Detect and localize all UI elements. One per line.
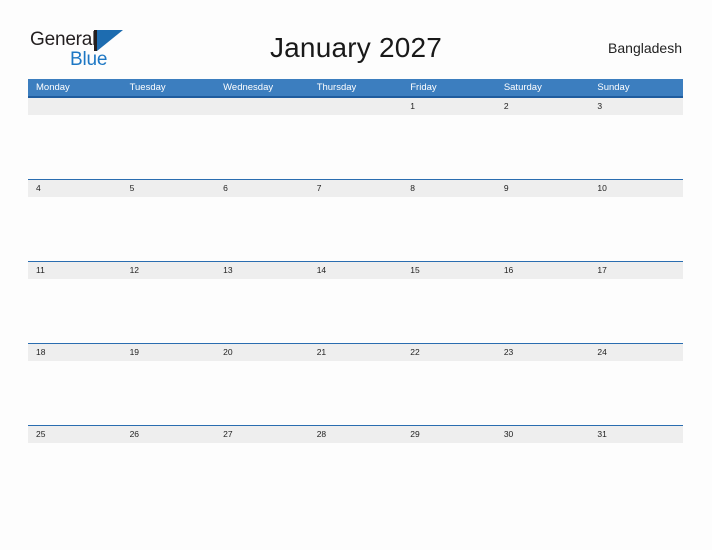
week-row: 4 5 6 7 8 9 10 bbox=[28, 180, 683, 262]
day-cell[interactable]: 2 bbox=[496, 98, 590, 115]
day-cell[interactable]: 14 bbox=[309, 262, 403, 279]
day-cell[interactable]: 12 bbox=[122, 262, 216, 279]
day-cell[interactable]: 24 bbox=[589, 344, 683, 361]
weekday-header-row: Monday Tuesday Wednesday Thursday Friday… bbox=[28, 79, 683, 98]
day-cell[interactable] bbox=[28, 98, 122, 115]
day-cell[interactable]: 28 bbox=[309, 426, 403, 443]
day-cell[interactable]: 18 bbox=[28, 344, 122, 361]
weekday-header-sunday: Sunday bbox=[597, 82, 630, 93]
day-cell[interactable]: 6 bbox=[215, 180, 309, 197]
day-cell[interactable]: 26 bbox=[122, 426, 216, 443]
day-cell[interactable]: 13 bbox=[215, 262, 309, 279]
week-notes-area[interactable] bbox=[28, 361, 683, 426]
week-row: 11 12 13 14 15 16 17 bbox=[28, 262, 683, 344]
day-cell[interactable]: 23 bbox=[496, 344, 590, 361]
calendar-page: General Blue January 2027 Bangladesh Mon… bbox=[0, 0, 712, 550]
day-cell[interactable] bbox=[122, 98, 216, 115]
day-cell[interactable] bbox=[309, 98, 403, 115]
week-row: 1 2 3 bbox=[28, 98, 683, 180]
day-cell[interactable]: 25 bbox=[28, 426, 122, 443]
day-cell[interactable]: 4 bbox=[28, 180, 122, 197]
day-cell[interactable]: 19 bbox=[122, 344, 216, 361]
page-title: January 2027 bbox=[269, 32, 443, 63]
day-cell[interactable]: 3 bbox=[589, 98, 683, 115]
week-date-band: 1 2 3 bbox=[28, 98, 683, 115]
day-cell[interactable]: 8 bbox=[402, 180, 496, 197]
country-label: Bangladesh bbox=[608, 40, 682, 56]
day-cell[interactable]: 7 bbox=[309, 180, 403, 197]
day-cell[interactable]: 9 bbox=[496, 180, 590, 197]
day-cell[interactable] bbox=[215, 98, 309, 115]
day-cell[interactable]: 1 bbox=[402, 98, 496, 115]
weekday-header-tuesday: Tuesday bbox=[129, 82, 166, 93]
weekday-header-monday: Monday bbox=[36, 82, 70, 93]
day-cell[interactable]: 5 bbox=[122, 180, 216, 197]
day-cell[interactable]: 10 bbox=[589, 180, 683, 197]
weekday-header-friday: Friday bbox=[410, 82, 437, 93]
calendar-grid: Monday Tuesday Wednesday Thursday Friday… bbox=[28, 79, 683, 443]
weekday-header-wednesday: Wednesday bbox=[223, 82, 274, 93]
day-cell[interactable]: 11 bbox=[28, 262, 122, 279]
week-date-band: 4 5 6 7 8 9 10 bbox=[28, 180, 683, 197]
day-cell[interactable]: 22 bbox=[402, 344, 496, 361]
week-row: 25 26 27 28 29 30 31 bbox=[28, 426, 683, 443]
weekday-header-saturday: Saturday bbox=[503, 82, 542, 93]
week-date-band: 25 26 27 28 29 30 31 bbox=[28, 426, 683, 443]
day-cell[interactable]: 17 bbox=[589, 262, 683, 279]
week-date-band: 11 12 13 14 15 16 17 bbox=[28, 262, 683, 279]
day-cell[interactable]: 16 bbox=[496, 262, 590, 279]
page-header: General Blue January 2027 Bangladesh bbox=[0, 0, 712, 78]
day-cell[interactable]: 27 bbox=[215, 426, 309, 443]
day-cell[interactable]: 20 bbox=[215, 344, 309, 361]
week-notes-area[interactable] bbox=[28, 115, 683, 180]
day-cell[interactable]: 15 bbox=[402, 262, 496, 279]
day-cell[interactable]: 30 bbox=[496, 426, 590, 443]
day-cell[interactable]: 29 bbox=[402, 426, 496, 443]
week-notes-area[interactable] bbox=[28, 279, 683, 344]
weekday-header-thursday: Thursday bbox=[316, 82, 357, 93]
week-notes-area[interactable] bbox=[28, 197, 683, 262]
day-cell[interactable]: 31 bbox=[589, 426, 683, 443]
day-cell[interactable]: 21 bbox=[309, 344, 403, 361]
week-date-band: 18 19 20 21 22 23 24 bbox=[28, 344, 683, 361]
week-row: 18 19 20 21 22 23 24 bbox=[28, 344, 683, 426]
